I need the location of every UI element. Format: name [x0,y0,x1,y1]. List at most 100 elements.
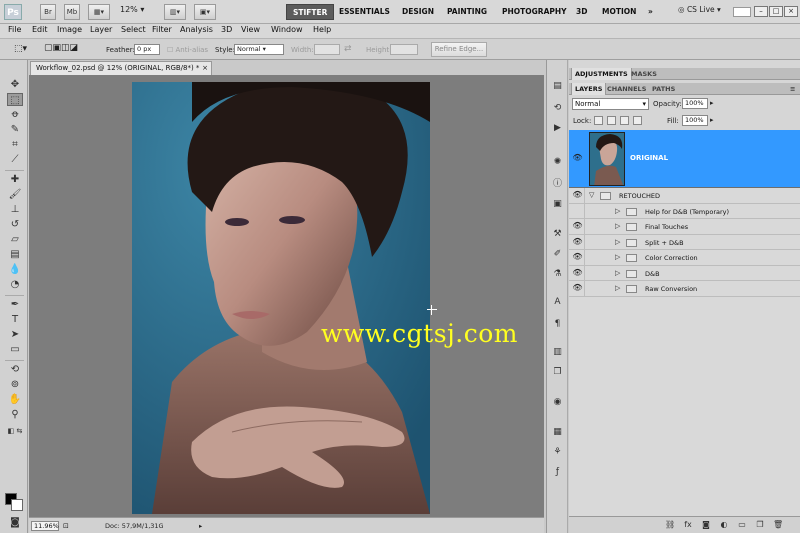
status-arrow-icon[interactable]: ▸ [199,522,202,530]
visibility-toggle[interactable]: 👁 [569,265,585,280]
menu-filter[interactable]: Filter [152,25,172,34]
mini-bridge-button[interactable]: Mb [64,4,80,20]
bridge-button[interactable]: Br [40,4,56,20]
workspace-essentials[interactable]: ESSENTIALS [333,4,396,20]
lasso-tool-icon[interactable]: ꝋ [7,108,23,121]
measurement-panel-icon[interactable]: ⚘ [551,446,564,458]
status-zoom-input[interactable]: 11.96% [31,521,59,531]
quick-mask-icon[interactable]: ◙ [7,516,23,529]
arrange-documents-button[interactable]: ▥▾ [164,4,186,20]
menu-image[interactable]: Image [57,25,82,34]
default-colors-icon[interactable]: ◧ ⇆ [7,425,23,438]
clone-stamp-icon[interactable]: ⊥ [7,203,23,216]
new-layer-icon[interactable]: ❐ [755,520,765,530]
path-selection-icon[interactable]: ➤ [7,328,23,341]
chevron-right-icon[interactable]: ▷ [615,238,620,246]
brush-tool-icon[interactable]: 🖌 [7,188,23,201]
visibility-toggle[interactable]: 👁 [569,234,585,249]
lock-position-icon[interactable] [620,116,629,125]
menu-3d[interactable]: 3D [221,25,232,34]
layer-group-retouched[interactable]: 👁 ▽ RETOUCHED [569,188,800,204]
zoom-level-dropdown[interactable]: 12% ▾ [120,5,144,14]
styles-panel-icon[interactable]: ❐ [551,366,564,378]
chevron-right-icon[interactable]: ▷ [615,269,620,277]
menu-file[interactable]: File [8,25,21,34]
document-canvas[interactable]: www.cgtsj.com [29,75,544,517]
new-group-icon[interactable]: ▭ [737,520,747,530]
panel-menu-icon[interactable]: ≡ [787,83,798,95]
height-input[interactable] [390,44,418,55]
type-tool-icon[interactable]: T [7,313,23,326]
tab-adjustments[interactable]: ADJUSTMENTS [571,68,632,80]
paragraph-panel-icon[interactable]: ¶ [551,318,564,330]
character-panel-icon[interactable]: A [551,296,564,308]
close-button[interactable]: × [784,6,798,17]
visibility-toggle[interactable]: 👁 [569,219,585,234]
view-extras-button[interactable]: ▦▾ [88,4,110,20]
fx-panel-icon[interactable]: ƒ [551,466,564,478]
more-workspaces-button[interactable]: » [642,4,659,20]
workspace-painting[interactable]: PAINTING [441,4,493,20]
chevron-down-icon[interactable]: ▽ [589,191,594,199]
close-document-icon[interactable]: × [202,62,208,75]
healing-brush-icon[interactable]: ✚ [7,173,23,186]
selection-mode-icons[interactable]: ▢▣◫◪ [44,43,78,53]
visibility-eye-icon[interactable]: 👁 [572,153,583,163]
menu-select[interactable]: Select [121,25,146,34]
menu-edit[interactable]: Edit [32,25,48,34]
tab-masks[interactable]: MASKS [628,68,660,80]
actions-panel-icon[interactable]: ▶ [551,122,564,134]
layer-group-db[interactable]: 👁 ▷ D&B [569,265,800,281]
blur-tool-icon[interactable]: 💧 [7,263,23,276]
layer-original[interactable]: 👁 ORIGINAL [569,130,800,188]
eyedropper-icon[interactable]: ⟋ [7,153,23,166]
refine-edge-button[interactable]: Refine Edge... [431,42,487,57]
clone-source-panel-icon[interactable]: ⚗ [551,268,564,280]
lock-image-icon[interactable] [607,116,616,125]
fill-slider-icon[interactable]: ▸ [710,116,714,124]
eraser-icon[interactable]: ▱ [7,233,23,246]
menu-analysis[interactable]: Analysis [180,25,213,34]
3d-rotate-icon[interactable]: ⟲ [7,363,23,376]
tab-paths[interactable]: PATHS [649,83,678,95]
lock-transparent-icon[interactable] [594,116,603,125]
layer-group-help[interactable]: ▷ Help for D&B (Temporary) [569,203,800,219]
3d-orbit-icon[interactable]: ⊚ [7,378,23,391]
brushes-panel-icon[interactable]: ✐ [551,248,564,260]
tab-channels[interactable]: CHANNELS [604,83,649,95]
tool-preset-picker[interactable]: ⬚▾ [14,44,27,54]
mini-bridge-panel-icon[interactable]: ▤ [551,80,564,92]
antialias-checkbox[interactable]: ☐ Anti-alias [167,46,208,54]
layer-style-icon[interactable]: fx [683,520,693,530]
workspace-motion[interactable]: MOTION [596,4,642,20]
menu-layer[interactable]: Layer [90,25,112,34]
link-layers-icon[interactable]: ⛓ [665,520,675,530]
style-select[interactable]: Normal ▾ [234,44,284,55]
screen-mode-button[interactable]: ▣▾ [194,4,216,20]
status-menu-icon[interactable]: ⊡ [63,522,69,530]
menu-view[interactable]: View [241,25,260,34]
feather-input[interactable]: 0 px [134,44,160,55]
layer-group-final-touches[interactable]: 👁 ▷ Final Touches [569,219,800,235]
swatches-panel-icon[interactable]: ▥ [551,346,564,358]
hand-tool-icon[interactable]: ✋ [7,393,23,406]
workspace-photography[interactable]: PHOTOGRAPHY [496,4,573,20]
layer-group-split-db[interactable]: 👁 ▷ Split + D&B [569,234,800,250]
menu-help[interactable]: Help [313,25,331,34]
opacity-slider-icon[interactable]: ▸ [710,99,714,107]
help-search-input[interactable] [733,7,751,17]
maximize-button[interactable]: □ [769,6,783,17]
width-input[interactable] [314,44,340,55]
navigator-panel-icon[interactable]: ▣ [551,198,564,210]
workspace-design[interactable]: DESIGN [396,4,440,20]
move-tool-icon[interactable]: ✥ [7,78,23,91]
shape-tool-icon[interactable]: ▭ [7,343,23,356]
blend-mode-select[interactable]: Normal ▾ [572,98,649,110]
3d-panel-icon[interactable]: ◉ [551,396,564,408]
crop-tool-icon[interactable]: ⌗ [7,138,23,151]
background-color-swatch[interactable] [11,499,23,511]
adjustment-layer-icon[interactable]: ◐ [719,520,729,530]
quick-selection-icon[interactable]: ✎ [7,123,23,136]
document-tab[interactable]: Workflow_02.psd @ 12% (ORIGINAL, RGB/8*)… [30,61,212,75]
info-panel-icon[interactable]: ⓘ [551,178,564,190]
